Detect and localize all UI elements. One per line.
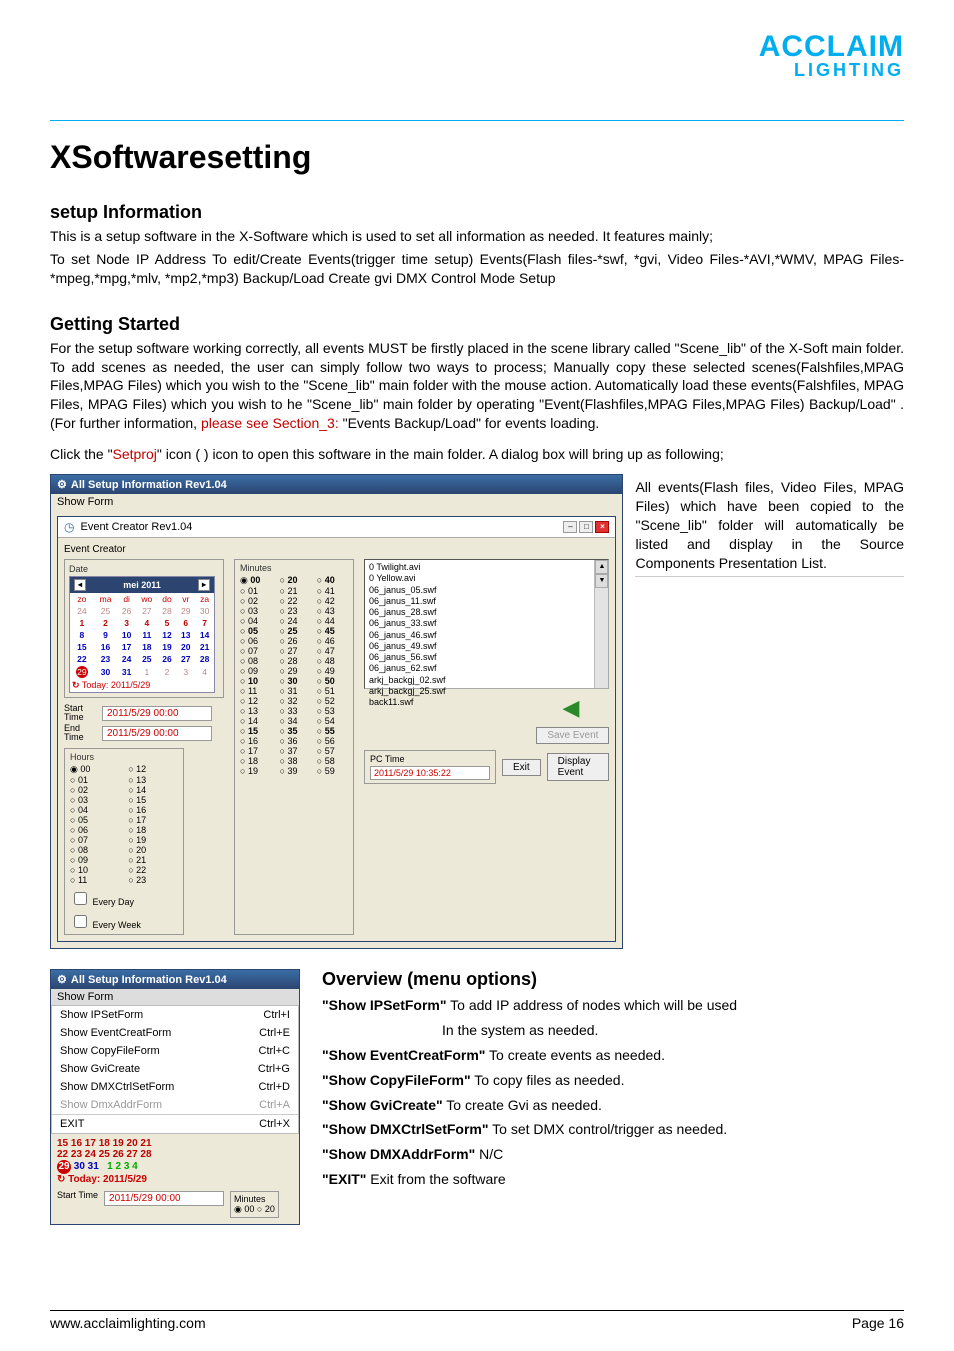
scroll-down-button[interactable]: ▼ <box>595 574 608 588</box>
overview-item: "Show IPSetForm" To add IP address of no… <box>322 996 904 1015</box>
hours-radio-grid[interactable]: ◉ 00○ 12○ 01○ 13○ 02○ 14○ 03○ 15○ 04○ 16… <box>70 764 178 885</box>
header-rule <box>50 120 904 121</box>
menubar-showform[interactable]: Show Form <box>51 989 299 1005</box>
overview-item: "Show CopyFileForm" To copy files as nee… <box>322 1071 904 1090</box>
screenshot-event-creator: ⚙ All Setup Information Rev1.04 Show For… <box>50 474 623 949</box>
date-group: Date ◂ mei 2011 ▸ zomadiwodovr <box>64 559 224 698</box>
getting-started-heading: Getting Started <box>50 314 904 335</box>
every-week-checkbox[interactable] <box>74 915 87 928</box>
start-time-value[interactable]: 2011/5/29 00:00 <box>102 706 212 721</box>
footer-page: Page 16 <box>852 1315 904 1331</box>
display-event-button[interactable]: Display Event <box>547 753 610 781</box>
exit-button[interactable]: Exit <box>502 759 541 776</box>
overview-item: "Show GviCreate" To create Gvi as needed… <box>322 1096 904 1115</box>
minimize-button[interactable]: – <box>563 521 577 533</box>
mini-calendar[interactable]: 15 16 17 18 19 20 21 22 23 24 25 26 27 2… <box>51 1134 299 1189</box>
page-footer: www.acclaimlighting.com Page 16 <box>50 1310 904 1331</box>
menu-item[interactable]: Show DMXCtrlSetFormCtrl+D <box>52 1078 298 1096</box>
close-button[interactable]: × <box>595 521 609 533</box>
menu-item[interactable]: Show GviCreateCtrl+G <box>52 1060 298 1078</box>
overview-item: "EXIT" Exit from the software <box>322 1170 904 1189</box>
menu-item[interactable]: Show DmxAddrFormCtrl+A <box>52 1096 298 1114</box>
window-controls[interactable]: – □ × <box>563 521 609 533</box>
showform-menu[interactable]: Show IPSetFormCtrl+IShow EventCreatFormC… <box>51 1005 299 1134</box>
maximize-button[interactable]: □ <box>579 521 593 533</box>
screenshot-show-form-menu: ⚙ All Setup Information Rev1.04 Show For… <box>50 969 300 1225</box>
calendar-grid[interactable]: zomadiwodovrza 2425262728293012345678910… <box>70 593 214 679</box>
getting-started-p2: Click the "Setproj" icon ( ) icon to ope… <box>50 445 904 464</box>
start-time-field[interactable]: 2011/5/29 00:00 <box>104 1191 224 1206</box>
setup-heading: setup Information <box>50 202 904 223</box>
cal-month: mei 2011 <box>123 580 161 590</box>
overview-item: "Show DMXAddrForm" N/C <box>322 1145 904 1164</box>
side-note-text: All events(Flash files, Video Files, MPA… <box>635 478 904 572</box>
scroll-up-button[interactable]: ▲ <box>595 560 608 574</box>
minutes-radio-grid[interactable]: ◉ 00○ 20○ 40○ 01○ 21○ 41○ 02○ 22○ 42○ 03… <box>240 575 348 776</box>
menubar[interactable]: Show Form <box>51 494 622 510</box>
page: ACCLAIM LIGHTING XSoftwaresetting setup … <box>0 0 954 1351</box>
setup-intro1: This is a setup software in the X-Softwa… <box>50 227 904 246</box>
brand-logo: ACCLAIM LIGHTING <box>759 30 904 81</box>
overview-heading: Overview (menu options) <box>322 969 904 990</box>
pc-time-group: PC Time 2011/5/29 10:35:22 <box>364 750 496 784</box>
cal-next-button[interactable]: ▸ <box>198 579 210 591</box>
clock-icon: ◷ <box>64 520 74 534</box>
getting-started-p1: For the setup software working correctly… <box>50 339 904 433</box>
calendar[interactable]: ◂ mei 2011 ▸ zomadiwodovrza 242526272829… <box>69 576 215 693</box>
menu-item[interactable]: Show IPSetFormCtrl+I <box>52 1006 298 1024</box>
end-time-value[interactable]: 2011/5/29 00:00 <box>102 726 212 741</box>
setup-intro2: To set Node IP Address To edit/Create Ev… <box>50 250 904 288</box>
today-icon: ↻ <box>57 1174 65 1185</box>
inner-window-title[interactable]: ◷ Event Creator Rev1.04 – □ × <box>58 517 615 538</box>
today-icon: ↻ <box>72 680 80 690</box>
app-icon: ⚙ <box>57 973 67 986</box>
menu-item[interactable]: Show CopyFileFormCtrl+C <box>52 1042 298 1060</box>
source-file-list[interactable]: 0 Twilight.avi0 Yellow.avi06_janus_05.sw… <box>364 559 609 689</box>
scrollbar[interactable]: ▲ ▼ <box>594 560 608 688</box>
setproj-word: Setproj <box>113 446 157 462</box>
pc-time-value: 2011/5/29 10:35:22 <box>370 766 490 780</box>
every-day-checkbox[interactable] <box>74 892 87 905</box>
menu-item[interactable]: EXITCtrl+X <box>52 1115 298 1133</box>
overview-item: "Show EventCreatForm" To create events a… <box>322 1046 904 1065</box>
cal-prev-button[interactable]: ◂ <box>74 579 86 591</box>
app-icon: ⚙ <box>57 478 67 491</box>
page-title: XSoftwaresetting <box>50 139 904 176</box>
side-rule <box>635 576 904 577</box>
logo-main: ACCLAIM <box>759 30 904 64</box>
save-event-button[interactable]: Save Event <box>536 727 609 744</box>
window-titlebar[interactable]: ⚙ All Setup Information Rev1.04 <box>51 475 622 494</box>
window2-titlebar[interactable]: ⚙ All Setup Information Rev1.04 <box>51 970 299 989</box>
section3-link[interactable]: please see Section_3: <box>201 415 339 431</box>
menu-item[interactable]: Show EventCreatFormCtrl+E <box>52 1024 298 1042</box>
overview-item: "Show DMXCtrlSetForm" To set DMX control… <box>322 1120 904 1139</box>
footer-url: www.acclaimlighting.com <box>50 1315 206 1331</box>
